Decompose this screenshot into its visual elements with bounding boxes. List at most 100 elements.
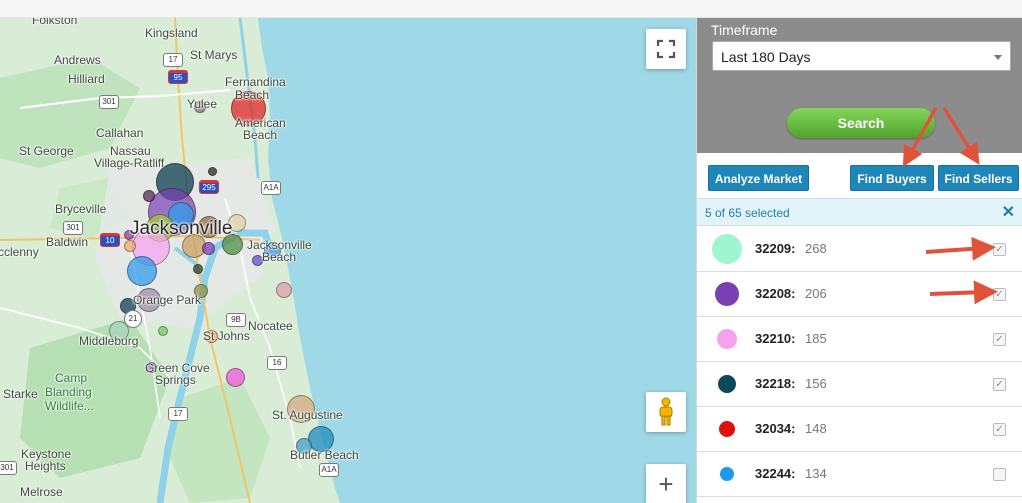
pegman-icon	[659, 397, 673, 426]
find-sellers-button[interactable]: Find Sellers	[938, 165, 1019, 191]
highway-shield: 21	[124, 310, 142, 328]
zip-checkbox[interactable]: ✓	[993, 378, 1006, 391]
highway-shield: A1A	[319, 463, 339, 477]
map-label: Folkston	[32, 18, 78, 27]
map-label: Blanding	[45, 385, 92, 399]
find-buyers-button[interactable]: Find Buyers	[850, 165, 934, 191]
zip-count: 134	[805, 466, 827, 481]
map-label: St. Augustine	[272, 408, 343, 422]
map-label: Springs	[155, 373, 196, 387]
zip-bubble[interactable]	[193, 264, 203, 274]
map-label: Bryceville	[55, 202, 107, 216]
zip-row[interactable]: 32244: 134 ✓	[697, 452, 1022, 497]
zip-checkbox[interactable]: ✓	[993, 468, 1006, 481]
zip-code: 32210:	[755, 331, 796, 346]
zip-bubble[interactable]	[158, 326, 168, 336]
zip-checkbox[interactable]: ✓	[993, 288, 1006, 301]
zip-color-dot	[712, 234, 742, 264]
highway-shield: 95	[168, 70, 188, 84]
map-label: Beach	[262, 250, 297, 264]
zip-bubble[interactable]	[202, 242, 215, 255]
highway-shield: 9B	[226, 313, 246, 327]
analyze-market-button[interactable]: Analyze Market	[708, 165, 809, 191]
map-label: Beach	[235, 88, 270, 102]
timeframe-select[interactable]: Last 180 Days	[712, 41, 1011, 71]
zip-checkbox[interactable]: ✓	[993, 243, 1006, 256]
map-view[interactable]: Folkston Kingsland St Marys Andrews Hill…	[0, 18, 696, 503]
map-label: Beach	[243, 128, 278, 142]
map-label: Yulee	[187, 97, 218, 111]
map-base-layer	[0, 18, 340, 503]
map-label: Camp	[55, 371, 88, 385]
zip-code: 32244:	[755, 466, 796, 481]
highway-shield: 301	[99, 95, 119, 109]
browser-top-bar	[0, 0, 1022, 18]
selection-count: 5 of 65 selected	[705, 206, 790, 220]
zip-count: 268	[805, 241, 827, 256]
map-label: Butler Beach	[290, 448, 359, 462]
highway-shield: 17	[163, 53, 183, 67]
zip-color-dot	[715, 282, 739, 306]
map-label: St Johns	[203, 329, 250, 343]
zip-count: 156	[805, 376, 827, 391]
map-label: Hilliard	[68, 72, 105, 86]
zip-code: 32208:	[755, 286, 796, 301]
timeframe-label: Timeframe	[711, 22, 778, 38]
map-label: Fernandina	[225, 75, 286, 89]
zip-color-dot	[718, 375, 736, 393]
zip-row[interactable]: 32208: 206 ✓	[697, 272, 1022, 317]
zip-row[interactable]: 32209: 268 ✓	[697, 227, 1022, 272]
zip-bubble[interactable]	[124, 240, 136, 252]
highway-shield: 301	[63, 221, 83, 235]
zip-row[interactable]: 32034: 148 ✓	[697, 407, 1022, 452]
zip-bubble[interactable]	[208, 167, 217, 176]
map-label: Wildlife...	[45, 399, 94, 413]
map-label: Heights	[25, 459, 66, 473]
map-label: Starke	[3, 387, 38, 401]
search-button[interactable]: Search	[787, 108, 935, 138]
highway-shield: 301	[0, 461, 17, 475]
map-label: Village-Ratliff	[94, 156, 165, 170]
zip-count: 206	[805, 286, 827, 301]
highway-shield: 16	[267, 356, 287, 370]
zip-bubble[interactable]	[127, 256, 157, 286]
highway-shield: 295	[199, 180, 219, 194]
fullscreen-icon	[656, 39, 676, 59]
chevron-down-icon	[994, 55, 1002, 60]
highway-shield: 17	[168, 407, 188, 421]
zip-bubble[interactable]	[276, 282, 292, 298]
selection-bar: 5 of 65 selected ✕	[697, 198, 1022, 226]
zip-code: 32218:	[755, 376, 796, 391]
zip-count: 148	[805, 421, 827, 436]
map-label: St Marys	[190, 48, 238, 62]
zip-row[interactable]: 32210: 185 ✓	[697, 317, 1022, 362]
zip-bubble[interactable]	[226, 368, 245, 387]
map-label: Middleburg	[79, 334, 139, 348]
zip-code: 32209:	[755, 241, 796, 256]
zip-color-dot	[719, 421, 735, 437]
zoom-in-button[interactable]: +	[646, 464, 686, 503]
zip-count: 185	[805, 331, 827, 346]
map-label-city: Jacksonville	[130, 218, 233, 239]
zip-color-dot	[717, 329, 737, 349]
zip-color-dot	[720, 467, 734, 481]
zip-checkbox[interactable]: ✓	[993, 333, 1006, 346]
map-label: Andrews	[54, 53, 101, 67]
side-panel: Timeframe Last 180 Days Search Analyze M…	[696, 18, 1022, 503]
street-view-pegman-button[interactable]	[646, 392, 686, 432]
highway-shield: A1A	[261, 181, 281, 195]
fullscreen-button[interactable]	[646, 29, 686, 69]
zip-bubble[interactable]	[143, 190, 155, 202]
zip-code: 32034:	[755, 421, 796, 436]
timeframe-value: Last 180 Days	[721, 49, 811, 65]
map-label: Orange Park	[133, 293, 202, 307]
timeframe-section: Timeframe Last 180 Days Search	[697, 18, 1022, 153]
zip-checkbox[interactable]: ✓	[993, 423, 1006, 436]
clear-selection-icon[interactable]: ✕	[1002, 202, 1015, 222]
map-label: St George	[19, 144, 74, 158]
map-label: Callahan	[96, 126, 144, 140]
zip-row[interactable]: 32218: 156 ✓	[697, 362, 1022, 407]
highway-shield: 10	[100, 233, 120, 247]
map-label: Melrose	[20, 485, 63, 499]
map-label: Kingsland	[145, 26, 198, 40]
